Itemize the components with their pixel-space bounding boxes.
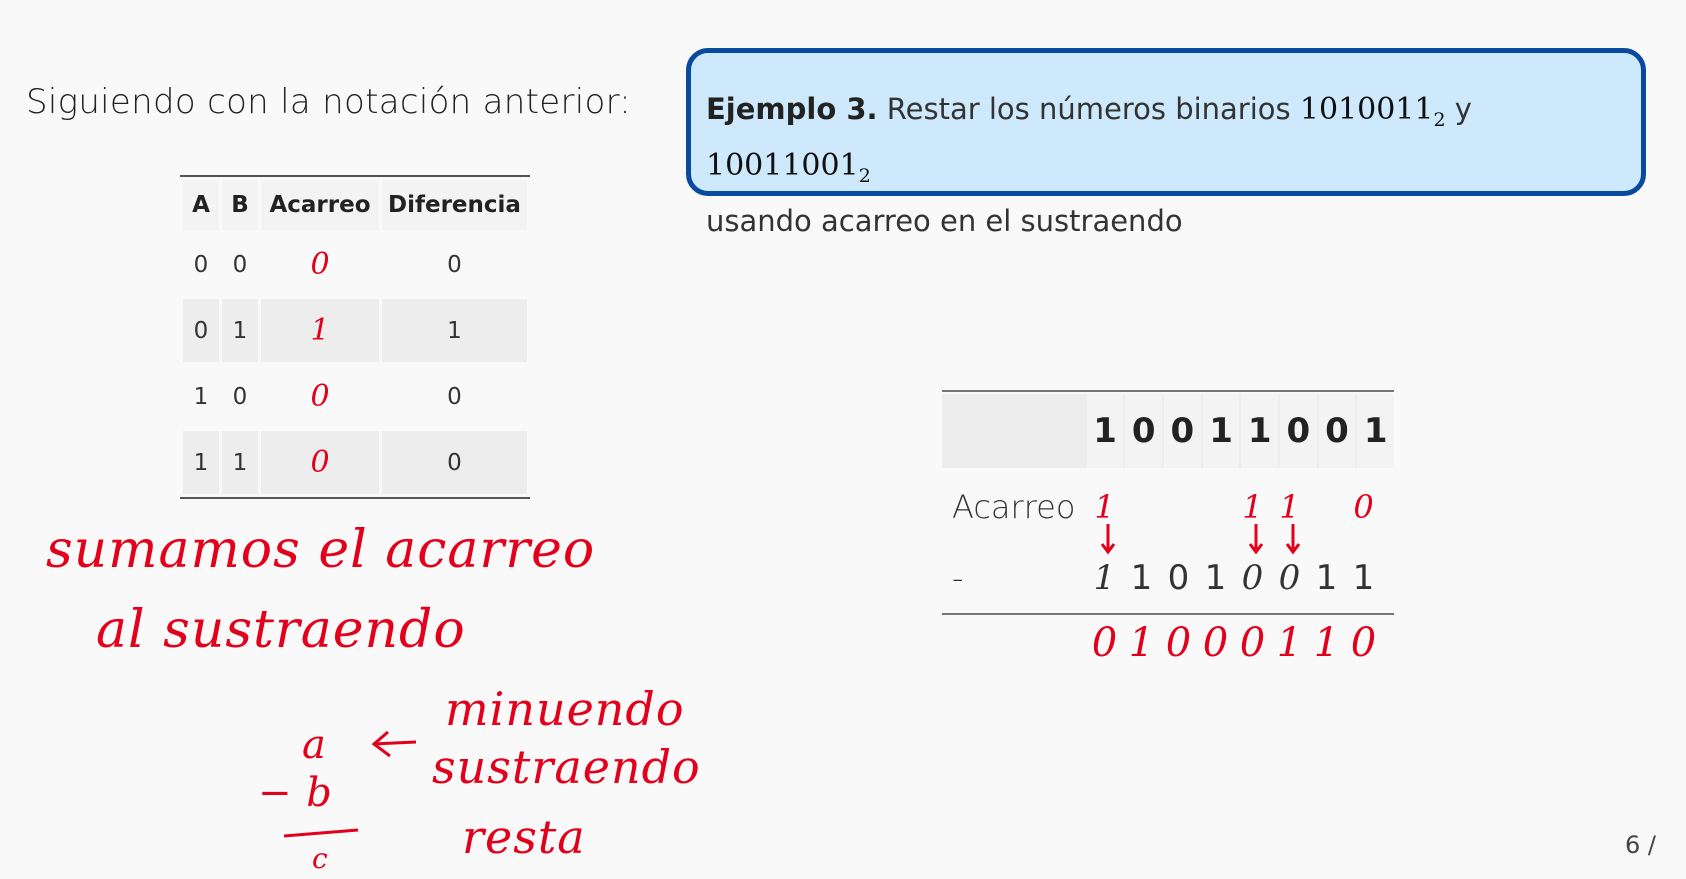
- table-row: 0 1 1 1: [183, 299, 527, 362]
- result-digit: 0: [1165, 620, 1192, 666]
- fraction-line: [283, 828, 359, 838]
- handwritten-carry: 0: [310, 379, 330, 414]
- header-a: A: [183, 180, 219, 230]
- minuend-digit: 1: [1241, 394, 1279, 468]
- arrow-down-icon: [1248, 524, 1264, 555]
- table-row: 1 1 0 0: [183, 431, 527, 494]
- note-line-2: al sustraendo: [96, 600, 466, 660]
- cell-diff: 1: [382, 299, 527, 362]
- arrow-down-icon: [1285, 524, 1301, 555]
- cell-a: 1: [183, 431, 219, 494]
- result-digit: 0: [1202, 620, 1229, 666]
- truth-table-header: A B Acarreo Diferencia: [183, 180, 527, 230]
- cell-carry: 0: [261, 431, 379, 494]
- minuend-digit: 0: [1164, 394, 1201, 468]
- note-subtrahend: sustraendo: [432, 740, 701, 794]
- minuend-digit: 0: [1280, 394, 1317, 468]
- binary-number-1: 10100112: [1299, 92, 1446, 131]
- cell-b: 1: [222, 431, 258, 494]
- handwritten-carry: 0: [310, 247, 330, 282]
- header-diff: Diferencia: [382, 180, 527, 230]
- note-a: a: [302, 722, 327, 768]
- example-lead: Ejemplo 3.: [706, 92, 878, 126]
- example-line-2: usando acarreo en el sustraendo: [706, 204, 1183, 238]
- minuend-digit: 1: [1357, 394, 1394, 468]
- minus-label: -: [952, 559, 964, 597]
- cell-b: 0: [232, 383, 248, 410]
- cell-diff: 0: [447, 251, 462, 278]
- arrow-down-icon: [1100, 524, 1116, 555]
- note-c: c: [312, 842, 329, 875]
- carry-digit: 0: [1353, 488, 1374, 526]
- note-resta: resta: [462, 810, 586, 864]
- cell-carry: 0: [261, 365, 379, 428]
- example-text: Restar los números binarios: [886, 92, 1291, 126]
- handwritten-carry: 1: [310, 313, 330, 348]
- minuend-digit: 1: [1202, 394, 1240, 468]
- table-row: 1 0 0 0: [183, 365, 527, 428]
- result-digit: 1: [1128, 620, 1155, 666]
- subtrahend-digit: 1: [1093, 558, 1116, 598]
- minuend-digit: 0: [1125, 394, 1163, 468]
- binary-digits-1: 1010011: [1299, 92, 1434, 127]
- base-2: 2: [858, 165, 871, 187]
- result-digit: 1: [1276, 620, 1303, 666]
- note-b-letter: b: [306, 770, 333, 816]
- result-digit: 1: [1313, 620, 1340, 666]
- intro-text: Siguiendo con la notación anterior:: [26, 82, 632, 122]
- binary-digits-2: 10011001: [706, 148, 859, 183]
- subtrahend-digit: 0: [1278, 558, 1301, 598]
- subtrahend-digit: 0: [1167, 558, 1190, 598]
- cell-b: 0: [232, 251, 248, 278]
- binary-number-2: 100110012: [706, 148, 871, 187]
- note-b: − b: [258, 770, 333, 816]
- cell-diff: 0: [447, 383, 462, 410]
- note-minuend: minuendo: [445, 682, 685, 736]
- subtrahend-digit: 1: [1204, 558, 1227, 598]
- subtrahend-digit: 0: [1241, 558, 1264, 598]
- minuend-row: 1 0 0 1 1 0 0 1: [942, 394, 1394, 468]
- example-box: Ejemplo 3. Restar los números binarios 1…: [686, 48, 1646, 238]
- minuend-digit: 0: [1318, 394, 1356, 468]
- cell-a: 1: [193, 383, 209, 410]
- subtraction-table: 1 0 0 1 1 0 0 1 Acarreo 1 1 1 0 - 1 1 0 …: [942, 390, 1394, 615]
- truth-table: A B Acarreo Diferencia 0 0 0 0 0 1 1 1 1…: [180, 175, 530, 499]
- cell-a: 0: [183, 299, 219, 362]
- arrow-left-icon: [371, 730, 417, 758]
- minuend-digit: 1: [1086, 394, 1124, 468]
- subtrahend-digit: 1: [1315, 558, 1338, 598]
- carry-arrows: [1100, 524, 1301, 555]
- base-1: 2: [1433, 109, 1446, 131]
- header-b: B: [222, 180, 258, 230]
- cell-b: 1: [222, 299, 258, 362]
- subtrahend-digit: 1: [1352, 558, 1375, 598]
- note-line-1: sumamos el acarreo: [46, 520, 596, 580]
- result-digit: 0: [1091, 620, 1118, 666]
- example-line-1: Ejemplo 3. Restar los números binarios 1…: [706, 87, 1623, 199]
- table-row: 0 0 0 0: [183, 233, 527, 296]
- header-carry: Acarreo: [261, 180, 379, 230]
- carry-label: Acarreo: [952, 488, 1076, 526]
- handwritten-carry: 0: [310, 445, 330, 480]
- cell-carry: 0: [261, 233, 379, 296]
- subtrahend-digit: 1: [1130, 558, 1153, 598]
- result-row: 0 1 0 0 0 1 1 0: [1086, 620, 1382, 666]
- cell-carry: 1: [261, 299, 379, 362]
- result-digit: 0: [1350, 620, 1377, 666]
- example-joiner: y: [1454, 92, 1472, 126]
- cell-diff: 0: [382, 431, 527, 494]
- result-digit: 0: [1239, 620, 1266, 666]
- page-number: 6 /: [1625, 831, 1656, 859]
- cell-a: 0: [193, 251, 209, 278]
